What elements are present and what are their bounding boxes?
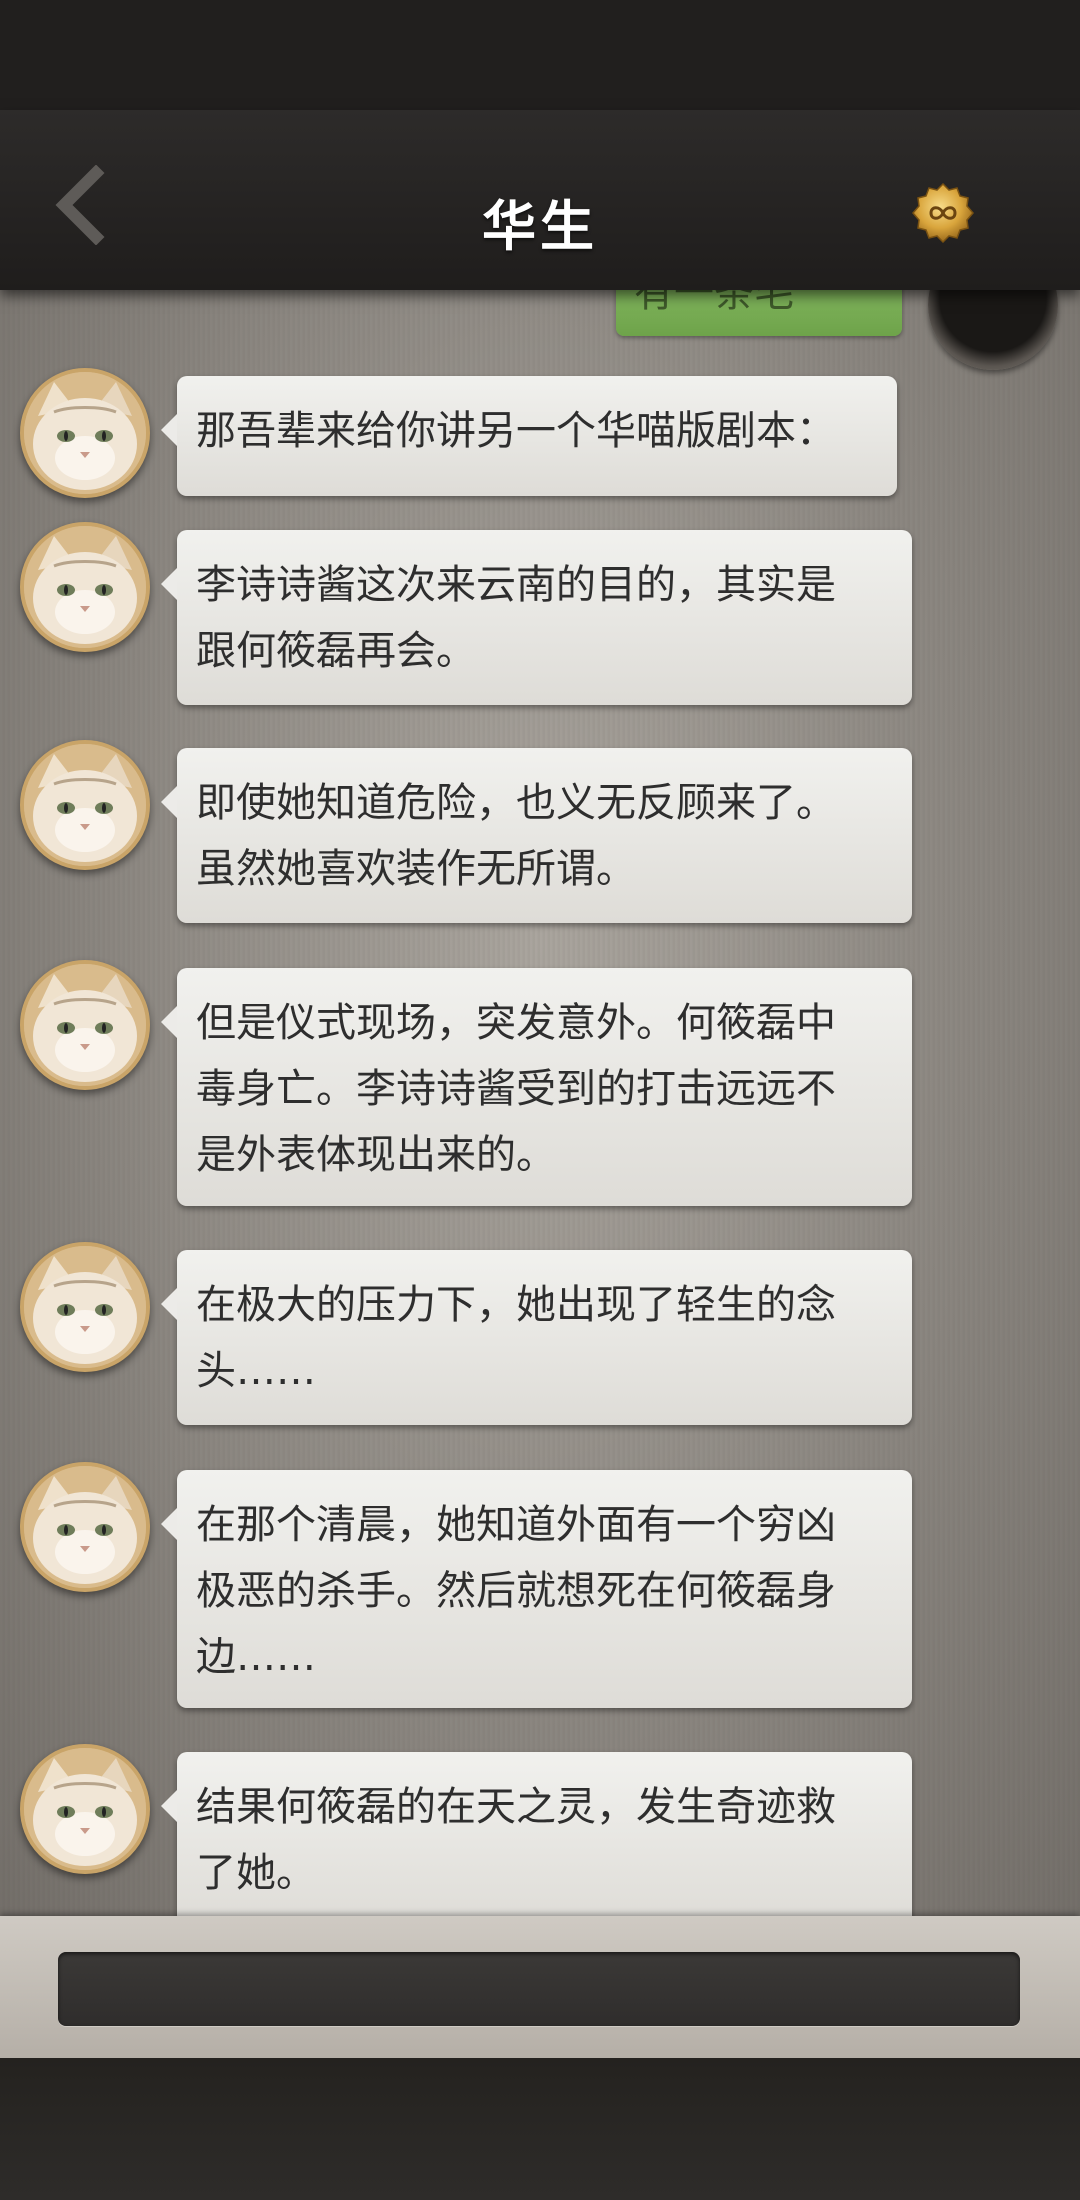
cat-avatar[interactable] [20, 740, 150, 870]
input-bar [0, 1916, 1080, 2058]
cat-avatar[interactable] [20, 1744, 150, 1874]
status-bar [0, 0, 1080, 110]
cat-avatar[interactable] [20, 1242, 150, 1372]
sent-message-bubble[interactable]: 有一条毛 [616, 290, 902, 336]
infinity-badge-button[interactable] [912, 182, 974, 244]
cat-face-icon [24, 1246, 146, 1368]
cat-face-icon [24, 1748, 146, 1870]
cat-avatar[interactable] [20, 960, 150, 1090]
cat-face-icon [24, 526, 146, 648]
chat-header: 华生 [0, 110, 1080, 290]
received-message-bubble[interactable]: 结果何筱磊的在天之灵，发生奇迹救 了她。 [161, 1752, 912, 1916]
cat-face-icon [24, 1466, 146, 1588]
cat-face-icon [24, 744, 146, 866]
cat-avatar[interactable] [20, 1462, 150, 1592]
cat-face-icon [24, 964, 146, 1086]
cat-avatar[interactable] [20, 368, 150, 498]
message-input[interactable] [58, 1952, 1020, 2026]
cat-face-icon [24, 372, 146, 494]
received-message-bubble[interactable]: 李诗诗酱这次来云南的目的，其实是 跟何筱磊再会。 [161, 530, 912, 705]
received-message-bubble[interactable]: 那吾辈来给你讲另一个华喵版剧本： [161, 376, 897, 496]
cat-avatar[interactable] [20, 522, 150, 652]
bottom-bar [0, 2058, 1080, 2200]
chat-screen: 华生 有一条毛 那吾辈来给你讲另一个华喵版剧本： 李诗诗酱这次来云南的目的，其实… [0, 0, 1080, 2200]
user-avatar[interactable] [928, 290, 1058, 370]
message-list[interactable]: 有一条毛 那吾辈来给你讲另一个华喵版剧本： 李诗诗酱这次来云南的目的，其实是 跟… [0, 290, 1080, 1916]
received-message-bubble[interactable]: 但是仪式现场，突发意外。何筱磊中 毒身亡。李诗诗酱受到的打击远远不 是外表体现出… [161, 968, 912, 1206]
received-message-bubble[interactable]: 即使她知道危险，也义无反顾来了。 虽然她喜欢装作无所谓。 [161, 748, 912, 923]
infinity-badge-icon [912, 182, 974, 244]
received-message-bubble[interactable]: 在极大的压力下，她出现了轻生的念 头…… [161, 1250, 912, 1425]
received-message-bubble[interactable]: 在那个清晨，她知道外面有一个穷凶 极恶的杀手。然后就想死在何筱磊身 边…… [161, 1470, 912, 1708]
